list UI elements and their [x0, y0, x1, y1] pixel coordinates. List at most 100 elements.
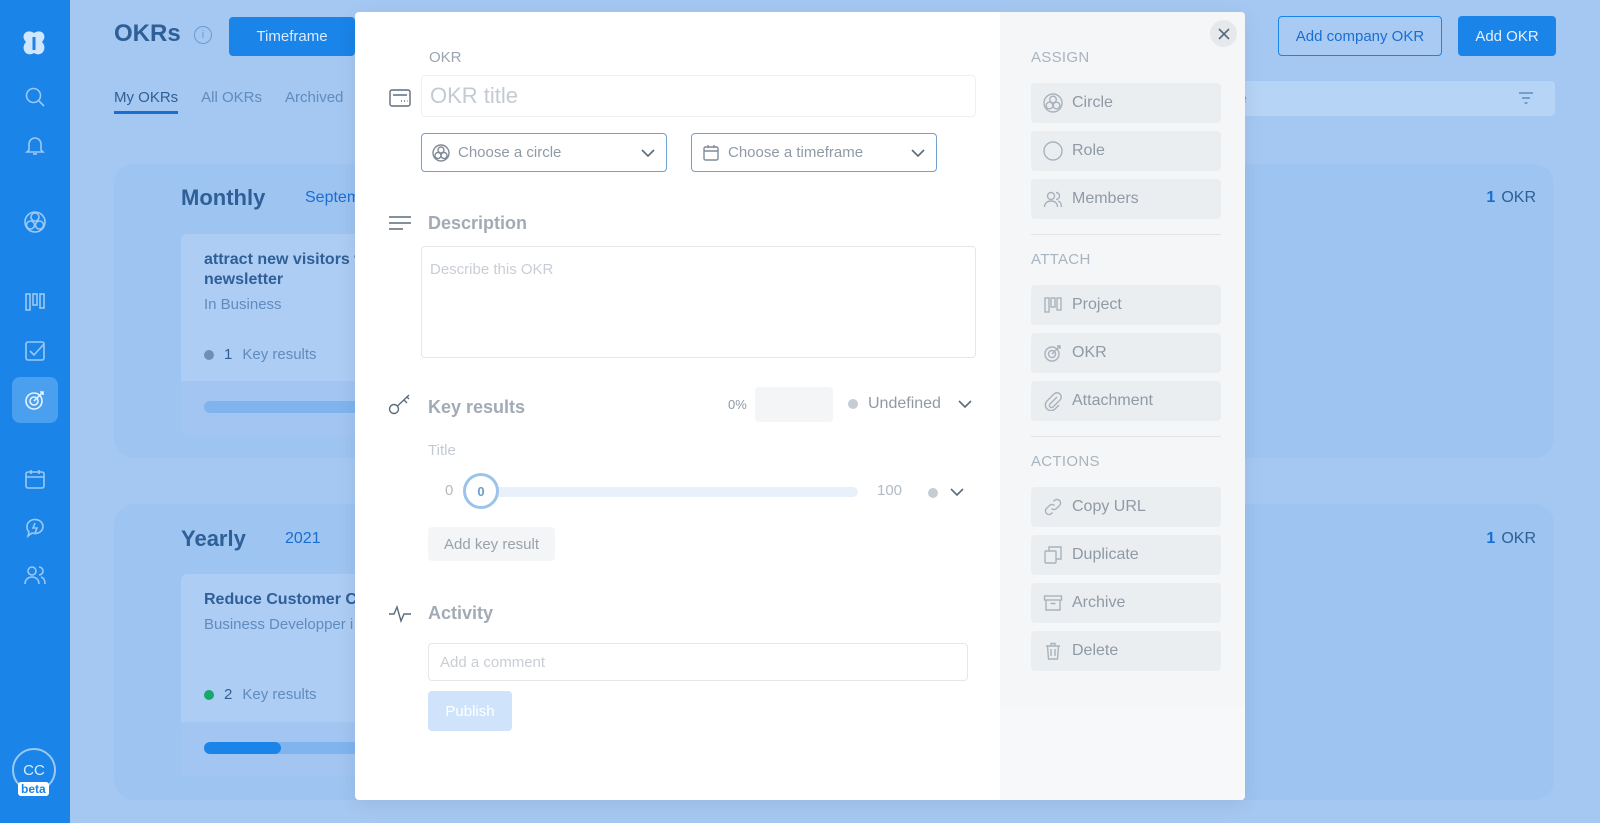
- filter-search-bar[interactable]: le: [1210, 81, 1555, 116]
- chevron-down-icon: [911, 149, 925, 158]
- add-company-okr-button[interactable]: Add company OKR: [1278, 16, 1442, 56]
- okr-card-yearly[interactable]: Reduce Customer Ch Business Developper i…: [181, 574, 381, 776]
- bell-icon[interactable]: [22, 132, 48, 158]
- search-icon[interactable]: [22, 84, 48, 110]
- assign-role-button[interactable]: Role: [1031, 131, 1221, 171]
- beta-badge: beta: [18, 782, 49, 796]
- delete-label: Delete: [1072, 642, 1119, 659]
- publish-button[interactable]: Publish: [428, 691, 512, 731]
- key-result-title-input[interactable]: Title: [428, 442, 456, 459]
- attach-project-label: Project: [1072, 296, 1122, 313]
- activity-heading: Activity: [428, 603, 494, 623]
- yearly-section-title: Yearly: [181, 526, 246, 551]
- tab-all-okrs[interactable]: All OKRs: [201, 89, 262, 114]
- key-results-progress-field[interactable]: [755, 387, 833, 422]
- chevron-down-icon[interactable]: [949, 484, 965, 500]
- timeframe-select[interactable]: Choose a timeframe: [691, 133, 937, 172]
- modal-sidebar-footer: [1000, 707, 1245, 800]
- slider-min-value: 0: [445, 482, 454, 499]
- okr-card-circle: Business Developper i: [204, 616, 354, 633]
- circle-select-value: Choose a circle: [458, 144, 562, 161]
- tab-my-okrs[interactable]: My OKRs: [114, 89, 179, 114]
- okr-card-key-results: 1 Key results: [204, 346, 317, 363]
- attach-okr-label: OKR: [1072, 344, 1107, 361]
- app-logo-icon[interactable]: [18, 28, 50, 60]
- duplicate-button[interactable]: Duplicate: [1031, 535, 1221, 575]
- timeframe-select-value: Choose a timeframe: [728, 144, 864, 161]
- okr-card-monthly[interactable]: attract new visitors w newsletter In Bus…: [181, 234, 381, 435]
- sidebar-divider: [1031, 234, 1221, 235]
- status-dropdown[interactable]: Undefined: [848, 395, 973, 413]
- okr-tabs: My OKRs All OKRs Archived: [114, 89, 343, 114]
- tasks-checkbox-icon[interactable]: [22, 338, 48, 364]
- copy-url-button[interactable]: Copy URL: [1031, 487, 1221, 527]
- key-icon: [388, 392, 412, 416]
- status-label: Undefined: [868, 395, 941, 412]
- tab-archived[interactable]: Archived: [285, 89, 343, 114]
- assign-members-label: Members: [1072, 190, 1139, 207]
- circle-select[interactable]: Choose a circle: [421, 133, 667, 172]
- okr-card-status-dot: [204, 689, 214, 700]
- filter-icon[interactable]: [1519, 92, 1533, 104]
- okr-target-icon: [1044, 345, 1061, 362]
- description-lines-icon: [388, 213, 412, 237]
- calendar-icon: [703, 144, 719, 161]
- assign-heading: ASSIGN: [1031, 49, 1090, 66]
- timeframe-button[interactable]: Timeframe: [229, 17, 355, 56]
- circle-icon: [1043, 93, 1063, 113]
- key-results-heading: Key results: [428, 397, 526, 417]
- attach-project-button[interactable]: Project: [1031, 285, 1221, 325]
- meetings-icon[interactable]: [22, 515, 48, 541]
- close-icon: [1217, 27, 1230, 40]
- okr-card-status-dot: [204, 349, 214, 360]
- paperclip-icon: [1044, 392, 1062, 411]
- copy-url-label: Copy URL: [1072, 498, 1146, 515]
- monthly-okr-count: 1 OKR: [1486, 189, 1536, 206]
- okr-card-footer: [181, 722, 381, 776]
- actions-heading: ACTIONS: [1031, 453, 1100, 470]
- archive-button[interactable]: Archive: [1031, 583, 1221, 623]
- monthly-section-title: Monthly: [181, 185, 266, 210]
- projects-board-icon[interactable]: [22, 289, 48, 315]
- description-textarea[interactable]: Describe this OKR: [421, 246, 976, 358]
- attach-okr-button[interactable]: OKR: [1031, 333, 1221, 373]
- title-card-icon: [388, 86, 412, 110]
- yearly-section-period[interactable]: 2021: [285, 530, 321, 548]
- add-key-result-button[interactable]: Add key result: [428, 527, 555, 561]
- assign-circle-button[interactable]: Circle: [1031, 83, 1221, 123]
- sidebar-divider: [1031, 436, 1221, 437]
- add-okr-button[interactable]: Add OKR: [1458, 16, 1556, 56]
- key-result-slider-track[interactable]: [483, 487, 858, 497]
- okr-title-input[interactable]: OKR title: [421, 75, 976, 117]
- close-modal-button[interactable]: [1210, 20, 1237, 47]
- circles-icon[interactable]: [22, 209, 48, 235]
- okr-create-modal: OKR OKR title Choose a circle Choose a t…: [355, 12, 1245, 800]
- attach-attachment-button[interactable]: Attachment: [1031, 381, 1221, 421]
- assign-members-button[interactable]: Members: [1031, 179, 1221, 219]
- status-dot: [848, 399, 858, 409]
- members-icon[interactable]: [22, 562, 48, 588]
- info-icon[interactable]: i: [194, 26, 212, 44]
- attach-heading: ATTACH: [1031, 251, 1091, 268]
- delete-button[interactable]: Delete: [1031, 631, 1221, 671]
- activity-pulse-icon: [388, 602, 412, 626]
- trash-icon: [1046, 642, 1060, 660]
- calendar-icon[interactable]: [22, 466, 48, 492]
- archive-icon: [1043, 595, 1063, 611]
- monthly-section-period[interactable]: Septem: [305, 189, 360, 207]
- key-results-progress-pct: 0%: [728, 397, 747, 412]
- description-heading: Description: [428, 213, 528, 233]
- chevron-down-icon: [641, 149, 655, 158]
- attach-attachment-label: Attachment: [1072, 392, 1153, 409]
- yearly-okr-count: 1 OKR: [1486, 530, 1536, 547]
- key-result-status-dot: [928, 488, 938, 498]
- duplicate-icon: [1044, 546, 1062, 564]
- key-result-slider-knob[interactable]: 0: [463, 473, 499, 509]
- members-icon: [1043, 191, 1063, 208]
- comment-input[interactable]: Add a comment: [428, 643, 968, 681]
- okr-card-key-results: 2 Key results: [204, 686, 317, 703]
- okr-target-icon[interactable]: [22, 387, 48, 413]
- page-title: OKRs: [114, 20, 181, 47]
- slider-max-value: 100: [877, 482, 903, 499]
- chevron-down-icon: [958, 400, 972, 409]
